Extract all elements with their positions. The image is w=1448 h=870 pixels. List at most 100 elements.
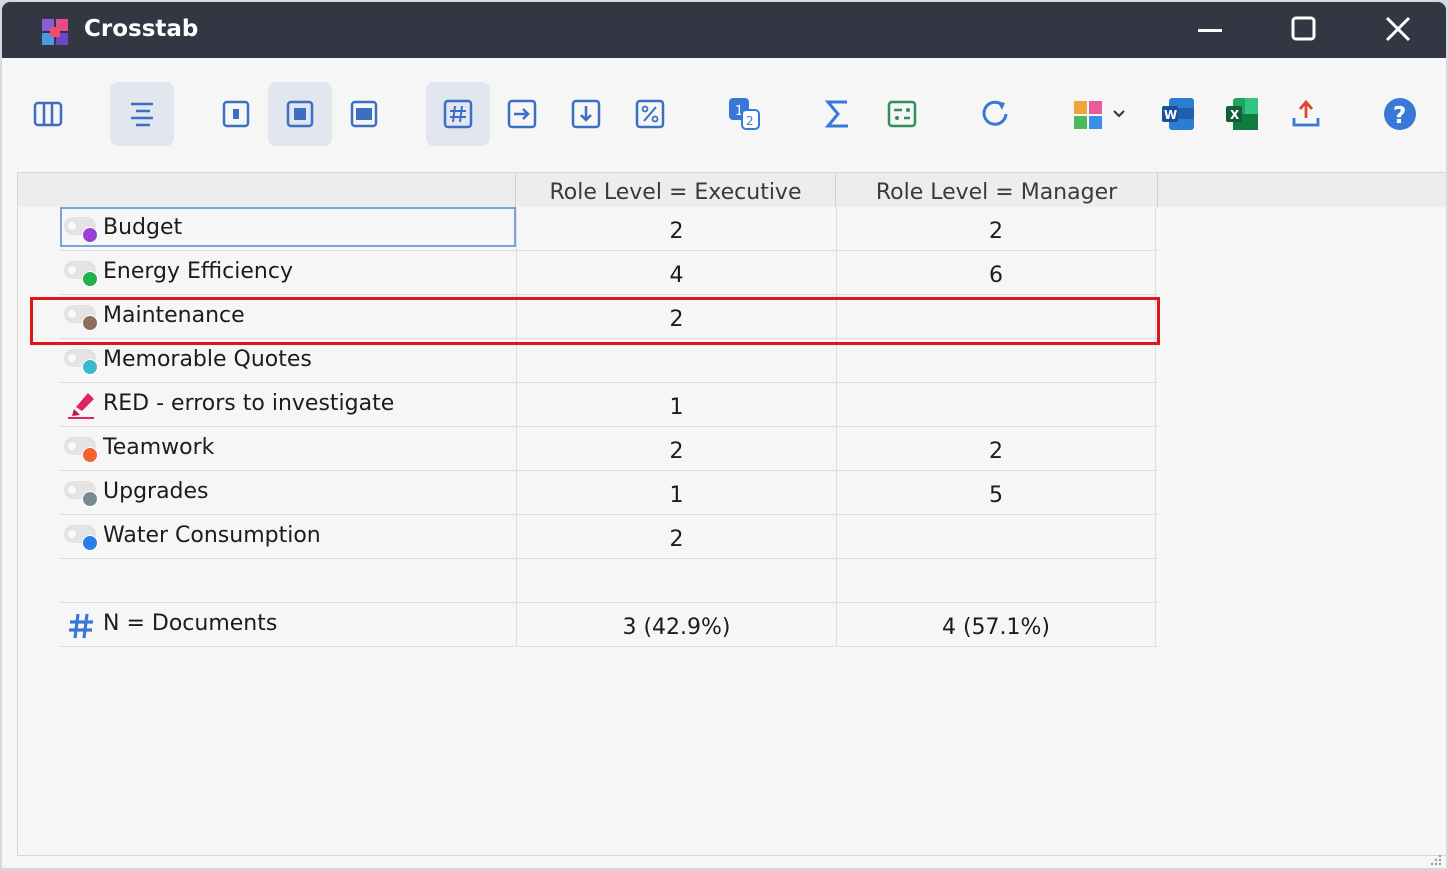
title-bar: Crosstab — [2, 2, 1446, 58]
percent-button[interactable] — [618, 82, 682, 146]
toolbar: 12 W X ? — [2, 58, 1446, 170]
cell-value[interactable]: 6 — [836, 251, 1156, 295]
percent-icon — [635, 99, 665, 129]
hash-count-button[interactable] — [426, 82, 490, 146]
layout-small-button[interactable] — [204, 82, 268, 146]
cell-value[interactable]: 1 — [516, 471, 836, 515]
empty-label-cell — [60, 559, 516, 603]
align-lines-button[interactable] — [110, 82, 174, 146]
row-label-water-consumption[interactable]: Water Consumption — [60, 515, 516, 559]
cell-value[interactable]: 2 — [516, 427, 836, 471]
word-export-icon: W — [1162, 98, 1194, 130]
code-dot-icon — [64, 261, 100, 287]
columns-view-button[interactable] — [16, 82, 80, 146]
code-dot-icon — [64, 437, 100, 463]
svg-text:2: 2 — [746, 114, 754, 128]
table-row[interactable]: Upgrades 1 5 — [60, 471, 1158, 515]
columns-view-icon — [33, 101, 63, 127]
column-header-row: Role Level = Executive Role Level = Mana… — [18, 173, 1446, 207]
layout-medium-icon — [286, 100, 314, 128]
table-row[interactable]: Energy Efficiency 4 6 — [60, 251, 1158, 295]
row-label-text: Upgrades — [103, 479, 209, 504]
layout-medium-button[interactable] — [268, 82, 332, 146]
refresh-button[interactable] — [964, 82, 1028, 146]
svg-text:X: X — [1230, 108, 1240, 122]
code-dot-icon — [64, 217, 100, 243]
table-row[interactable]: RED - errors to investigate 1 — [60, 383, 1158, 427]
row-label-text: Water Consumption — [103, 523, 321, 548]
row-label-budget[interactable]: Budget — [60, 207, 516, 251]
upload-export-icon — [1292, 99, 1320, 127]
column-header-manager[interactable]: Role Level = Manager — [836, 173, 1158, 207]
numbering-button[interactable]: 12 — [712, 82, 776, 146]
help-button[interactable]: ? — [1368, 82, 1432, 146]
cell-value[interactable]: 2 — [836, 427, 1156, 471]
minimize-icon — [1198, 29, 1222, 32]
puzzle-menu-button[interactable] — [1064, 82, 1136, 146]
row-label-maintenance[interactable]: Maintenance — [60, 295, 516, 339]
cell-value[interactable] — [836, 383, 1156, 427]
minimize-button[interactable] — [1184, 10, 1236, 50]
table-row[interactable]: Water Consumption 2 — [60, 515, 1158, 559]
row-label-text: Energy Efficiency — [103, 259, 293, 284]
excel-export-button[interactable]: X — [1210, 82, 1274, 146]
crosstab-window: Crosstab 1 2 W X ? Role Level = Executiv… — [2, 2, 1446, 868]
table-row[interactable]: Maintenance 2 — [60, 295, 1158, 339]
close-button[interactable] — [1372, 10, 1424, 50]
row-label-upgrades[interactable]: Upgrades — [60, 471, 516, 515]
cell-value[interactable]: 1 — [516, 383, 836, 427]
window-title: Crosstab — [84, 16, 199, 42]
cell-value[interactable]: 2 — [836, 207, 1156, 251]
svg-text:?: ? — [1393, 103, 1406, 129]
cell-value[interactable]: 4 — [516, 251, 836, 295]
refresh-icon — [982, 100, 1008, 126]
total-row[interactable]: N = Documents 3 (42.9%) 4 (57.1%) — [60, 603, 1158, 647]
cell-value[interactable] — [836, 339, 1156, 383]
crosstab-app-icon — [42, 19, 68, 45]
total-cell[interactable]: 4 (57.1%) — [836, 603, 1156, 647]
table-row[interactable]: Memorable Quotes — [60, 339, 1158, 383]
arrow-right-button[interactable] — [490, 82, 554, 146]
maximize-button[interactable] — [1278, 10, 1330, 50]
excel-export-icon: X — [1226, 98, 1258, 130]
upload-export-button[interactable] — [1274, 82, 1338, 146]
layout-wide-button[interactable] — [332, 82, 396, 146]
table-row[interactable]: Budget 2 2 — [60, 207, 1158, 251]
code-dot-icon — [64, 349, 100, 375]
cell-value[interactable]: 2 — [516, 207, 836, 251]
row-label-text: Memorable Quotes — [103, 347, 312, 372]
code-dot-icon — [64, 525, 100, 551]
row-label-memorable-quotes[interactable]: Memorable Quotes — [60, 339, 516, 383]
arrow-down-button[interactable] — [554, 82, 618, 146]
row-label-energy-efficiency[interactable]: Energy Efficiency — [60, 251, 516, 295]
row-label-documents[interactable]: N = Documents — [60, 603, 516, 647]
column-header-executive[interactable]: Role Level = Executive — [516, 173, 836, 207]
row-label-text: N = Documents — [103, 611, 278, 636]
close-icon — [1385, 16, 1411, 42]
cell-value[interactable] — [836, 515, 1156, 559]
cell-value[interactable]: 2 — [516, 295, 836, 339]
cell-value[interactable]: 2 — [516, 515, 836, 559]
toggle-list-button[interactable] — [870, 82, 934, 146]
resize-grip-icon[interactable] — [1428, 852, 1442, 866]
svg-text:W: W — [1164, 108, 1177, 122]
row-label-teamwork[interactable]: Teamwork — [60, 427, 516, 471]
row-label-red-errors[interactable]: RED - errors to investigate — [60, 383, 516, 427]
sum-button[interactable] — [806, 82, 870, 146]
arrow-down-icon — [571, 99, 601, 129]
code-dot-icon — [64, 305, 100, 331]
numbering-icon: 12 — [729, 98, 760, 130]
total-cell[interactable]: 3 (42.9%) — [516, 603, 836, 647]
cell-value[interactable] — [836, 295, 1156, 339]
cell-value[interactable]: 5 — [836, 471, 1156, 515]
help-icon: ? — [1384, 98, 1416, 130]
toggle-list-icon — [887, 100, 917, 128]
sum-icon — [824, 100, 848, 128]
align-lines-icon — [131, 102, 153, 127]
table-row[interactable]: Teamwork 2 2 — [60, 427, 1158, 471]
row-label-text: Maintenance — [103, 303, 245, 328]
word-export-button[interactable]: W — [1146, 82, 1210, 146]
maximize-icon — [1291, 16, 1316, 41]
cell-value[interactable] — [516, 339, 836, 383]
layout-wide-icon — [350, 100, 378, 128]
